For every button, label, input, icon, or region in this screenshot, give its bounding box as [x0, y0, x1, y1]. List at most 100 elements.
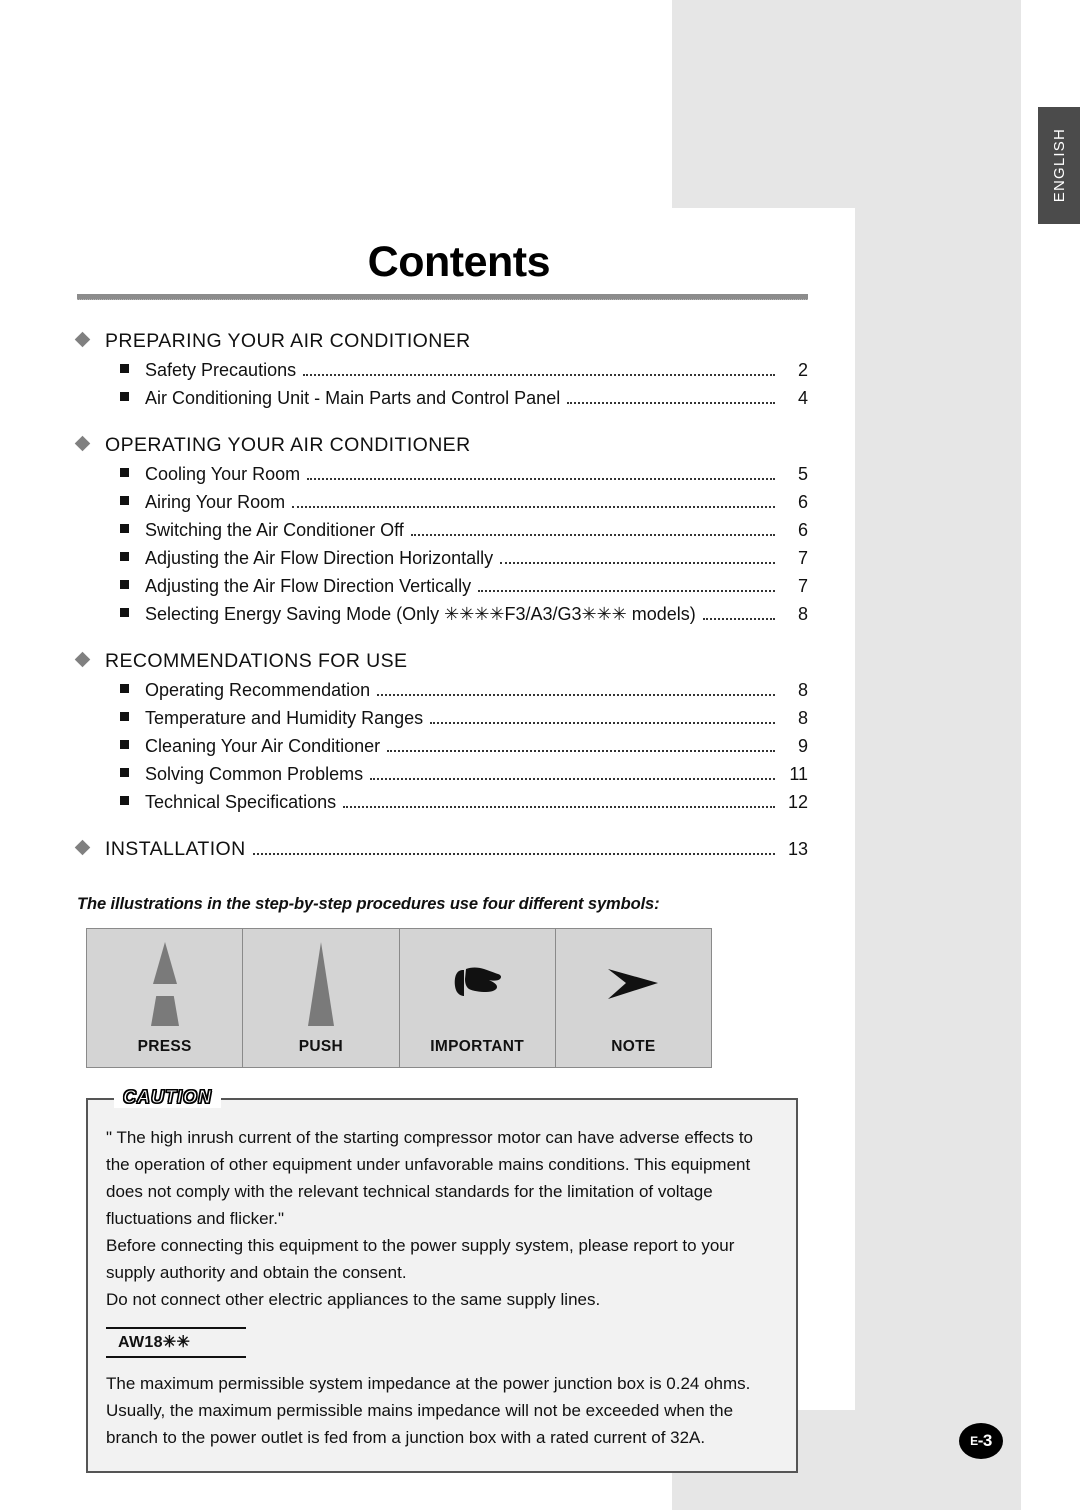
impedance-paragraph: The maximum permissible system impedance…	[106, 1374, 751, 1448]
toc-item-page: 6	[797, 520, 808, 541]
leader-dots	[702, 618, 775, 621]
symbol-cell-push: PUSH	[243, 929, 400, 1068]
leader-dots	[478, 590, 775, 593]
toc-item-label: Selecting Energy Saving Mode (Only ✳✳✳✳F…	[145, 604, 696, 625]
toc-item-label: Airing Your Room	[145, 492, 286, 513]
leader-dots	[343, 806, 775, 809]
leader-dots	[410, 534, 775, 537]
toc-item-page: 2	[797, 360, 808, 381]
diamond-bullet-icon	[74, 331, 91, 348]
leader-dots	[387, 750, 775, 753]
pointing-hand-icon	[400, 929, 555, 1038]
toc-item[interactable]: Technical Specifications 12	[77, 789, 808, 816]
toc-item-page: 4	[797, 388, 808, 409]
toc-item[interactable]: Airing Your Room 6	[77, 489, 808, 516]
toc-item-label: Cooling Your Room	[145, 464, 301, 485]
model-tag: AW18✳✳	[106, 1327, 246, 1359]
leader-dots	[307, 478, 775, 481]
symbol-label: IMPORTANT	[430, 1038, 524, 1056]
symbol-cell-press: PRESS	[87, 929, 244, 1068]
leader-dots	[370, 778, 775, 781]
square-bullet-icon	[120, 496, 129, 506]
leader-dots	[303, 374, 775, 377]
toc-item-label: Adjusting the Air Flow Direction Vertica…	[145, 576, 472, 597]
toc-item[interactable]: Cleaning Your Air Conditioner 9	[77, 733, 808, 760]
diamond-bullet-icon	[74, 435, 91, 452]
language-tab-english: ENGLISH	[1038, 107, 1080, 224]
symbol-cell-important: IMPORTANT	[400, 929, 556, 1068]
toc-item[interactable]: Switching the Air Conditioner Off 6	[77, 517, 808, 544]
caution-label: CAUTION	[114, 1087, 221, 1109]
symbols-intro-text: The illustrations in the step-by-step pr…	[77, 895, 660, 914]
toc-item-label: Technical Specifications	[145, 792, 337, 813]
leader-dots	[567, 402, 775, 405]
toc-item[interactable]: Solving Common Problems 11	[77, 761, 808, 788]
leader-dots	[292, 506, 775, 509]
toc-item-page: 7	[797, 576, 808, 597]
symbol-label: PRESS	[137, 1038, 192, 1056]
square-bullet-icon	[120, 580, 129, 590]
toc-item[interactable]: Adjusting the Air Flow Direction Horizon…	[77, 545, 808, 572]
toc-item-page: 7	[797, 548, 808, 569]
toc-section-recommendations: RECOMMENDATIONS FOR USE	[74, 650, 808, 673]
square-bullet-icon	[120, 364, 129, 374]
toc-item[interactable]: Selecting Energy Saving Mode (Only ✳✳✳✳F…	[77, 601, 808, 628]
leader-dots	[252, 853, 775, 856]
symbol-label: PUSH	[298, 1038, 343, 1056]
toc-item[interactable]: Safety Precautions 2	[77, 357, 808, 384]
square-bullet-icon	[120, 524, 129, 534]
diamond-bullet-icon	[74, 651, 91, 668]
symbol-label: NOTE	[611, 1038, 656, 1056]
toc-item[interactable]: Adjusting the Air Flow Direction Vertica…	[77, 573, 808, 600]
symbols-legend-box: PRESS PUSH IMPORTANT NOTE	[86, 928, 712, 1069]
toc-section-installation[interactable]: INSTALLATION 13	[74, 838, 808, 861]
leader-dots	[500, 562, 775, 565]
toc-item-page: 6	[797, 492, 808, 513]
toc-item-label: Switching the Air Conditioner Off	[145, 520, 404, 541]
square-bullet-icon	[120, 608, 129, 618]
page-content: Contents PREPARING YOUR AIR CONDITIONER …	[74, 238, 808, 1474]
caution-paragraph: Before connecting this equipment to the …	[106, 1236, 735, 1283]
toc-item[interactable]: Operating Recommendation 8	[77, 677, 808, 704]
caution-paragraph: Do not connect other electric appliances…	[106, 1290, 601, 1310]
square-bullet-icon	[120, 392, 129, 402]
title-divider	[77, 294, 808, 301]
toc-item[interactable]: Temperature and Humidity Ranges 8	[77, 705, 808, 732]
toc-section-operating: OPERATING YOUR AIR CONDITIONER	[74, 434, 808, 457]
toc-item-page: 9	[797, 736, 808, 757]
language-tab-label: ENGLISH	[1050, 128, 1068, 203]
page-title: Contents	[367, 238, 551, 286]
square-bullet-icon	[120, 740, 129, 750]
page-number-value: -3	[977, 1431, 993, 1450]
square-bullet-icon	[120, 468, 129, 478]
table-of-contents: PREPARING YOUR AIR CONDITIONER Safety Pr…	[74, 330, 808, 861]
press-triangle-split-icon	[87, 929, 242, 1038]
toc-item[interactable]: Air Conditioning Unit - Main Parts and C…	[77, 385, 808, 412]
toc-section-label: INSTALLATION	[105, 838, 246, 861]
toc-item-label: Temperature and Humidity Ranges	[145, 708, 424, 729]
caution-paragraph: " The high inrush current of the startin…	[106, 1128, 754, 1229]
toc-item-label: Cleaning Your Air Conditioner	[145, 736, 381, 757]
page-number-badge: E -3	[959, 1423, 1003, 1459]
toc-item-page: 11	[789, 764, 808, 785]
toc-item-page: 8	[797, 680, 808, 701]
toc-item-label: Operating Recommendation	[145, 680, 371, 701]
square-bullet-icon	[120, 796, 129, 806]
page-number-prefix: E	[970, 1434, 978, 1448]
toc-section-preparing: PREPARING YOUR AIR CONDITIONER	[74, 330, 808, 353]
square-bullet-icon	[120, 712, 129, 722]
toc-section-page: 13	[787, 839, 808, 860]
toc-item-page: 8	[797, 708, 808, 729]
toc-section-label: PREPARING YOUR AIR CONDITIONER	[105, 330, 471, 353]
square-bullet-icon	[120, 768, 129, 778]
arrowhead-icon	[556, 929, 711, 1038]
toc-item[interactable]: Cooling Your Room 5	[77, 461, 808, 488]
toc-section-label: RECOMMENDATIONS FOR USE	[105, 650, 408, 673]
caution-box: CAUTION " The high inrush current of the…	[86, 1087, 798, 1474]
square-bullet-icon	[120, 684, 129, 694]
toc-item-label: Air Conditioning Unit - Main Parts and C…	[145, 388, 561, 409]
toc-item-label: Safety Precautions	[145, 360, 297, 381]
symbol-cell-note: NOTE	[556, 929, 711, 1067]
toc-section-label: OPERATING YOUR AIR CONDITIONER	[105, 434, 471, 457]
toc-item-page: 8	[797, 604, 808, 625]
